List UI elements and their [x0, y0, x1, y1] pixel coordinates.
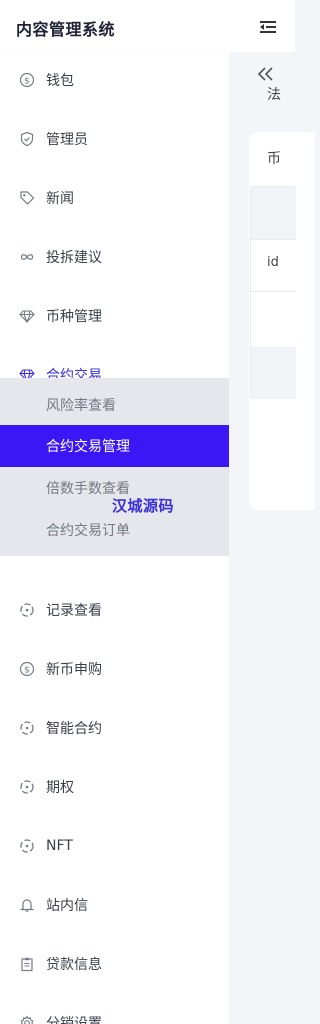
sidebar-item-currency[interactable]: 币种管理 [0, 291, 229, 341]
sidebar-item-label: 钱包 [46, 73, 74, 89]
sidebar-item-records[interactable]: 记录查看 [0, 585, 229, 635]
sidebar-item-distribution[interactable]: 分销设置 [0, 998, 229, 1024]
dollar-circle-icon: $ [18, 71, 36, 89]
table-row[interactable] [251, 291, 296, 348]
table-row[interactable]: id [251, 239, 296, 292]
sidebar-item-label: 贷款信息 [46, 957, 102, 973]
sidebar-item-label: 站内信 [46, 898, 88, 914]
sidebar-item-label: 智能合约 [46, 721, 102, 737]
sidebar: $ 钱包 管理员 新闻 投拆建议 币种管理 合约交易 记录查看 $ 新币申购 智… [0, 52, 229, 1024]
sidebar-item-news[interactable]: 新闻 [0, 173, 229, 223]
dashed-circle-icon [18, 837, 36, 855]
shield-check-icon [18, 130, 36, 148]
sidebar-item-label: 分销设置 [46, 1016, 102, 1024]
gear-icon [18, 1014, 36, 1024]
sidebar-item-label: 记录查看 [46, 603, 102, 619]
dashed-circle-icon [18, 719, 36, 737]
bell-icon [18, 896, 36, 914]
sidebar-item-suggestions[interactable]: 投拆建议 [0, 232, 229, 282]
app-title: 内容管理系统 [16, 20, 116, 39]
dollar-circle-icon: $ [18, 660, 36, 678]
sidebar-item-label: 新闻 [46, 191, 74, 207]
menu-collapse-icon[interactable] [258, 18, 278, 36]
dashed-circle-icon [18, 778, 36, 796]
sidebar-item-loans[interactable]: 贷款信息 [0, 939, 229, 989]
svg-text:$: $ [24, 77, 30, 87]
main-content: 法 币 id [229, 52, 315, 1024]
card-field-label: 法 [267, 87, 281, 103]
svg-text:$: $ [24, 666, 30, 676]
sidebar-item-label: 期权 [46, 780, 74, 796]
infinity-icon [18, 248, 36, 266]
diamond-icon [18, 307, 36, 325]
tag-icon [18, 189, 36, 207]
table-row[interactable] [251, 347, 296, 399]
watermark-text: 汉城源码 [112, 497, 175, 515]
data-table: id [250, 186, 296, 399]
sidebar-item-messages[interactable]: 站内信 [0, 880, 229, 930]
sidebar-item-smart-contract[interactable]: 智能合约 [0, 703, 229, 753]
contract-trading-submenu: 风险率查看 合约交易管理 倍数手数查看 合约交易订单 [0, 378, 229, 556]
card-field-label: 币 [267, 151, 281, 167]
sidebar-item-admin[interactable]: 管理员 [0, 114, 229, 164]
clipboard-icon [18, 955, 36, 973]
top-bar: 内容管理系统 [0, 0, 295, 52]
sidebar-item-label: 币种管理 [46, 309, 102, 325]
sidebar-item-label: 新币申购 [46, 662, 102, 678]
sidebar-item-label: NFT [46, 838, 73, 854]
double-chevron-left-icon[interactable] [255, 65, 277, 83]
sidebar-item-label: 管理员 [46, 132, 88, 148]
table-cell: id [267, 255, 279, 270]
submenu-item-contract-management[interactable]: 合约交易管理 [0, 425, 229, 467]
table-header [251, 187, 296, 240]
sidebar-item-wallet[interactable]: $ 钱包 [0, 55, 229, 105]
sidebar-item-new-coin[interactable]: $ 新币申购 [0, 644, 229, 694]
dashed-circle-icon [18, 601, 36, 619]
sidebar-item-nft[interactable]: NFT [0, 821, 229, 871]
sidebar-item-options[interactable]: 期权 [0, 762, 229, 812]
sidebar-item-label: 投拆建议 [46, 250, 102, 266]
submenu-item-risk-rate[interactable]: 风险率查看 [0, 384, 229, 426]
